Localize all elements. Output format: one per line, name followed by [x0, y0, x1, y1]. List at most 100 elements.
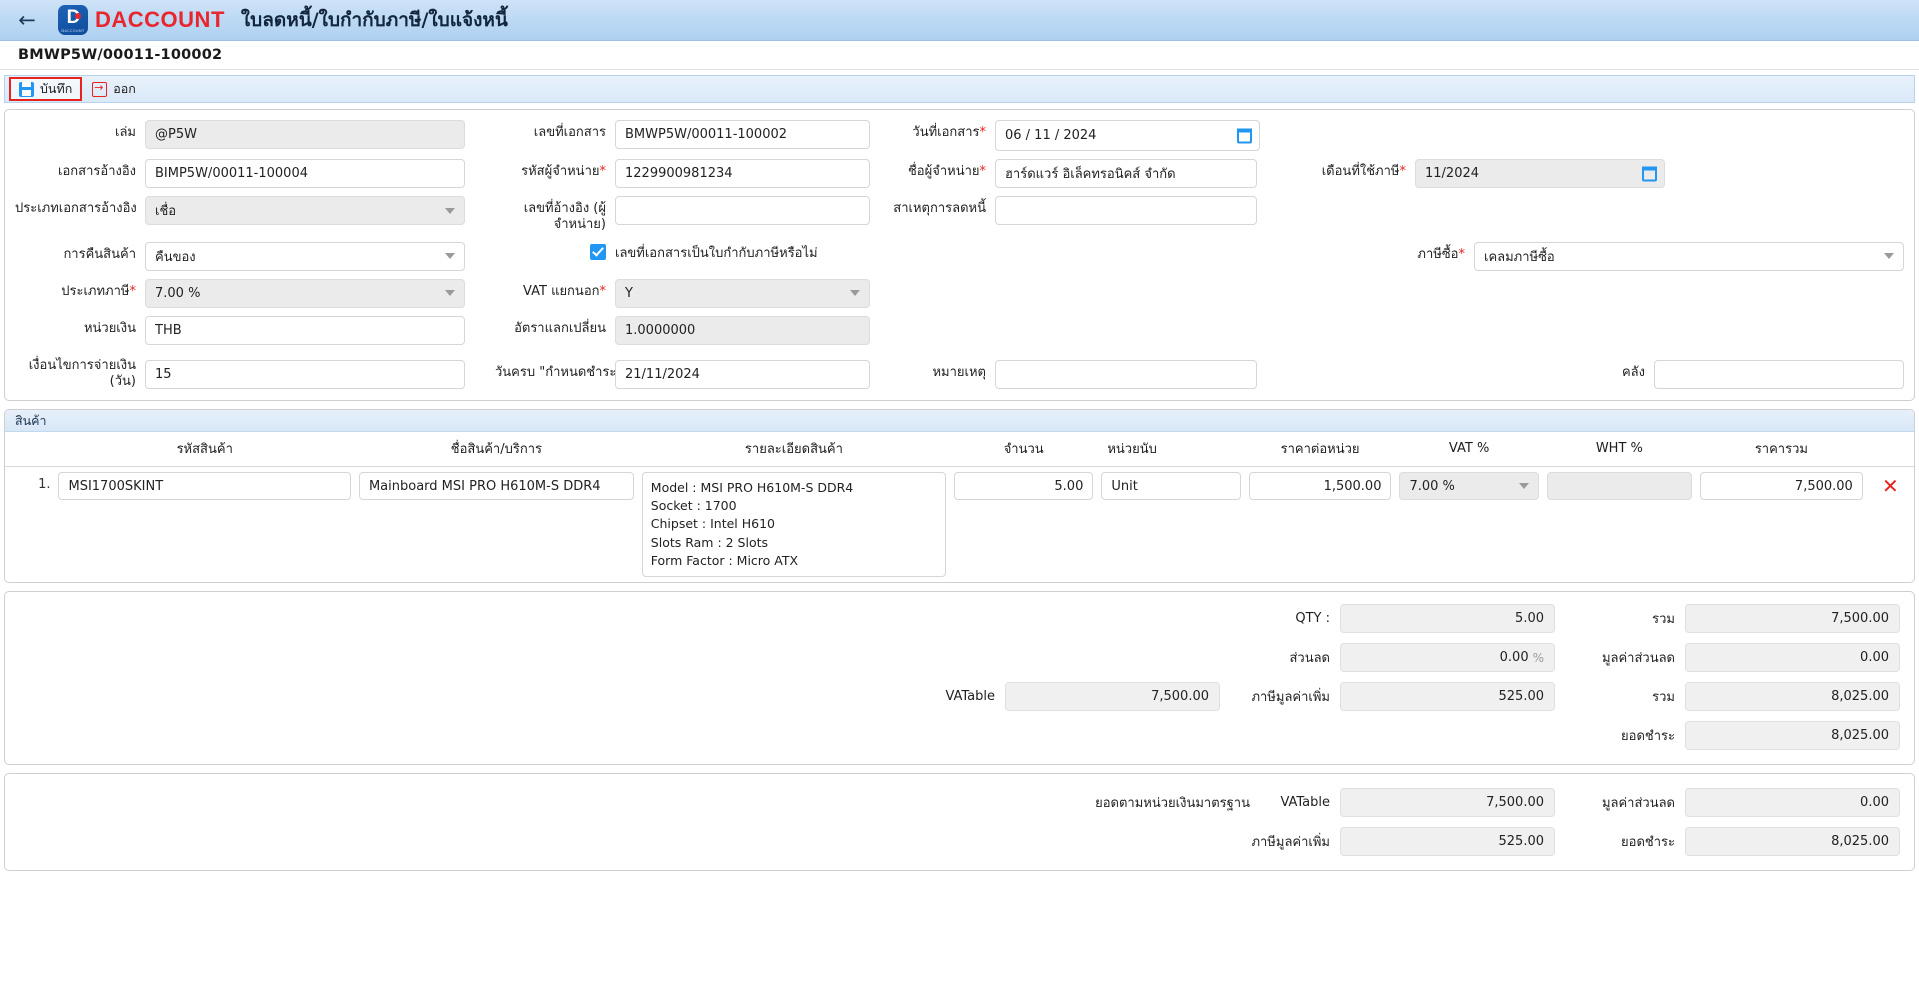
currency-input[interactable] — [145, 315, 465, 345]
exit-arrow-icon — [92, 80, 108, 97]
brand-name: DACCOUNT — [95, 7, 225, 32]
quantity-input[interactable] — [954, 472, 1094, 500]
vendor-ref-no-input[interactable] — [615, 196, 870, 225]
items-header-row: รหัสสินค้า ชื่อสินค้า/บริการ รายละเอียดส… — [5, 432, 1914, 467]
doc-no-input[interactable] — [615, 120, 870, 149]
cell-wht-pct — [1543, 467, 1696, 583]
vat-excluded-value: Y — [625, 285, 633, 301]
col-unit: หน่วยนับ — [1097, 432, 1245, 467]
form-row-2: เอกสารอ้างอิง รหัสผู้จำหน่าย* ชื่อผู้ — [15, 159, 1904, 188]
wht-pct-input[interactable] — [1546, 472, 1692, 500]
items-panel: สินค้า รหัสสินค้า ชื่อสินค้า/บริการ รายล… — [4, 409, 1915, 584]
save-button-label: บันทึก — [40, 81, 73, 96]
chevron-down-icon — [1518, 483, 1529, 489]
document-number: BMWP5W/00011-100002 — [18, 47, 223, 63]
product-code-input[interactable] — [58, 472, 351, 500]
back-arrow-icon[interactable]: ← — [10, 3, 44, 37]
warehouse-input[interactable] — [1654, 359, 1904, 389]
line-total-input[interactable] — [1699, 472, 1863, 500]
total-value: 7,500.00 — [1685, 604, 1900, 634]
grand-total-label: รวม — [1652, 690, 1675, 706]
save-button[interactable]: บันทึก — [9, 77, 83, 101]
vendor-name-input[interactable] — [995, 159, 1257, 188]
base-currency-panel: ยอดตามหน่วยเงินมาตรฐาน VATable 7,500.00 … — [4, 773, 1915, 872]
col-product-code: รหัสสินค้า — [54, 432, 355, 467]
summary-row-net: ยอดชำระ 8,025.00 — [19, 721, 1900, 751]
vat-excluded-select[interactable]: Y — [615, 278, 870, 308]
total-label: รวม — [1652, 612, 1675, 628]
exchange-rate-label: อัตราแลกเปลี่ยน — [514, 320, 606, 336]
vat-value: 525.00 — [1340, 682, 1555, 712]
page-title: ใบลดหนี้/ใบกำกับภาษี/ใบแจ้งหนี้ — [240, 9, 508, 31]
vendor-ref-no-label: เลขที่อ้างอิง (ผู้จำหน่าย) — [523, 201, 606, 233]
summary-row-vat: VATable 7,500.00 ภาษีมูลค่าเพิ่ม 525.00 … — [19, 682, 1900, 712]
purchase-tax-select[interactable]: เคลมภาษีซื้อ — [1474, 241, 1904, 271]
payment-terms-label: เงื่อนไขการจ่ายเงิน (วัน) — [28, 357, 136, 389]
calendar-icon[interactable] — [1237, 128, 1252, 143]
application-window: ← D DACCOUNT DACCOUNT ใบลดหนี้/ใบกำกับภา… — [0, 0, 1919, 991]
form-row-1: เล่ม เลขที่เอกสาร วันที่เอกสาร* — [15, 120, 1904, 151]
vendor-code-input[interactable] — [615, 159, 870, 188]
due-date-input[interactable] — [615, 359, 870, 389]
payment-terms-input[interactable] — [145, 359, 465, 389]
vat-pct-select[interactable]: 7.00 % — [1399, 472, 1539, 500]
vat-label: ภาษีมูลค่าเพิ่ม — [1251, 690, 1330, 706]
col-product-name: ชื่อสินค้า/บริการ — [354, 432, 638, 467]
ref-doc-type-select[interactable]: เชื่อ — [145, 196, 465, 225]
return-goods-value: คืนของ — [155, 249, 196, 265]
unit-input[interactable] — [1101, 472, 1241, 500]
unit-price-input[interactable] — [1248, 472, 1392, 500]
base-vat-label: ภาษีมูลค่าเพิ่ม — [1251, 835, 1330, 851]
book-input[interactable] — [145, 120, 465, 149]
vat-excluded-label: VAT แยกนอก* — [523, 283, 606, 299]
col-vat-pct: VAT % — [1395, 432, 1543, 467]
base-net-value: 8,025.00 — [1685, 827, 1900, 857]
tax-type-select[interactable]: 7.00 % — [145, 278, 465, 308]
base-discount-amount-label: มูลค่าส่วนลด — [1601, 796, 1675, 812]
base-currency-section-label: ยอดตามหน่วยเงินมาตรฐาน — [1095, 796, 1250, 812]
cell-unit-price — [1245, 467, 1396, 583]
exit-button-label: ออก — [113, 81, 136, 96]
ref-doc-input[interactable] — [145, 159, 465, 188]
discount-label: ส่วนลด — [1289, 651, 1330, 667]
base-net-label: ยอดชำระ — [1621, 835, 1675, 851]
col-line-total: ราคารวม — [1695, 432, 1867, 467]
is-tax-invoice-checkbox[interactable] — [590, 244, 606, 260]
doc-date-input[interactable] — [995, 120, 1260, 151]
delete-row-icon[interactable]: ✕ — [1871, 472, 1910, 500]
summary-row-qty: QTY : 5.00 รวม 7,500.00 — [19, 604, 1900, 634]
form-row-4: การคืนสินค้า คืนของ เลขที่เอกสารเป็นใบกำ… — [15, 241, 1904, 271]
cell-product-code — [54, 467, 354, 583]
discount-amount-value: 0.00 — [1685, 643, 1900, 673]
cell-product-description: Model : MSI PRO H610M-S DDR4 Socket : 17… — [638, 467, 950, 583]
book-label: เล่ม — [115, 125, 136, 140]
summary-panel: QTY : 5.00 รวม 7,500.00 ส่วนลด 0.00 % มู… — [4, 591, 1915, 766]
remark-label: หมายเหตุ — [932, 364, 986, 380]
col-wht-pct: WHT % — [1542, 432, 1696, 467]
chevron-down-icon — [850, 290, 860, 296]
credit-reason-input[interactable] — [995, 196, 1257, 225]
remark-input[interactable] — [995, 359, 1257, 389]
items-table: รหัสสินค้า ชื่อสินค้า/บริการ รายละเอียดส… — [5, 432, 1914, 582]
tax-month-label: เดือนที่ใช้ภาษี* — [1321, 164, 1406, 179]
base-discount-amount-value: 0.00 — [1685, 788, 1900, 818]
calendar-icon-tax-month[interactable] — [1642, 166, 1657, 181]
product-name-input[interactable] — [358, 472, 634, 500]
exchange-rate-input[interactable] — [615, 315, 870, 345]
vat-pct-value: 7.00 % — [1409, 478, 1455, 494]
form-row-6: หน่วยเงิน อัตราแลกเปลี่ยน — [15, 315, 1904, 345]
credit-reason-label: สาเหตุการลดหนี้ — [893, 201, 986, 216]
net-value: 8,025.00 — [1685, 721, 1900, 751]
vatable-value: 7,500.00 — [1005, 682, 1220, 712]
tax-month-input[interactable] — [1415, 159, 1665, 188]
discount-value[interactable]: 0.00 % — [1340, 643, 1555, 673]
cell-delete: ✕ — [1867, 467, 1914, 583]
save-disk-icon — [19, 81, 34, 97]
return-goods-select[interactable]: คืนของ — [145, 241, 465, 271]
product-description-text[interactable]: Model : MSI PRO H610M-S DDR4 Socket : 17… — [641, 472, 947, 578]
exit-button[interactable]: ออก — [84, 78, 144, 100]
col-delete — [1866, 432, 1914, 467]
purchase-tax-label: ภาษีซื้อ* — [1417, 246, 1465, 262]
summary-row-discount: ส่วนลด 0.00 % มูลค่าส่วนลด 0.00 — [19, 643, 1900, 673]
col-product-description: รายละเอียดสินค้า — [637, 432, 951, 467]
